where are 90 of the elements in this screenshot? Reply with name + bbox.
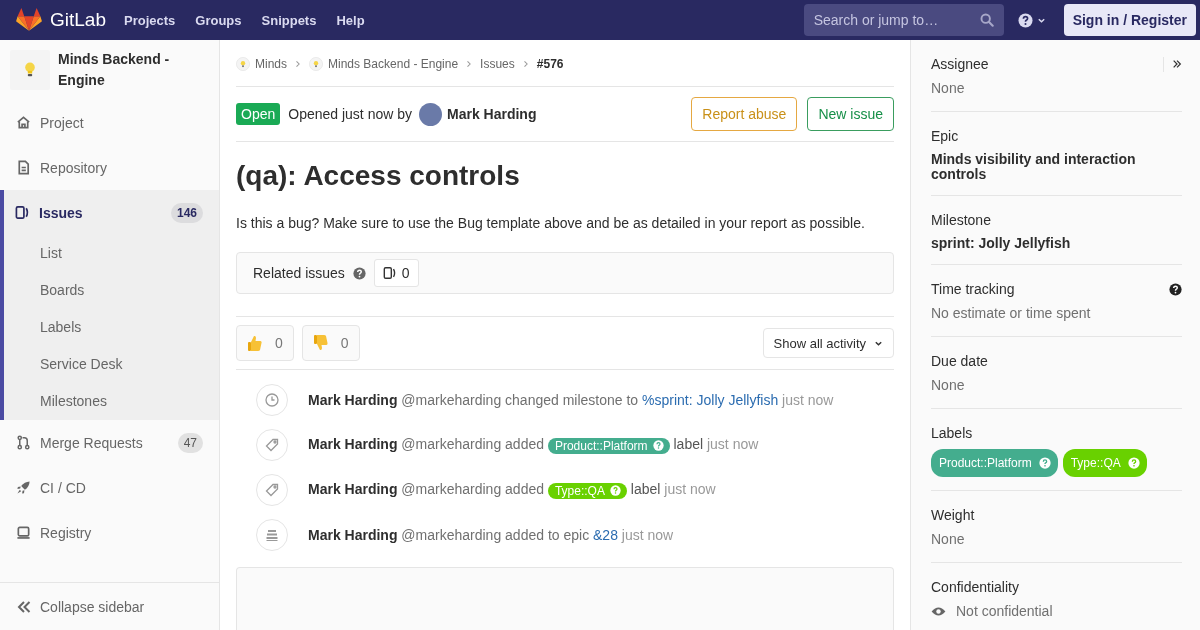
thumbs-down-icon (312, 334, 329, 352)
chevron-right-icon (295, 59, 301, 68)
sidebar-nav-item[interactable]: Repository (0, 145, 219, 190)
merge-request-icon (16, 435, 31, 450)
sidebar-value[interactable]: Minds visibility and interaction controls (931, 150, 1182, 182)
sign-in-button[interactable]: Sign in / Register (1063, 4, 1196, 36)
activity-note: Mark Harding @markeharding added Type::QA label just now (308, 481, 716, 499)
sidebar-nav-item[interactable]: Merge Requests 47 (0, 420, 219, 465)
activity-filter-dropdown[interactable]: Show all activity (762, 328, 894, 358)
breadcrumb-link[interactable]: #576 (536, 56, 564, 71)
top-nav-link[interactable]: Snippets (261, 12, 317, 28)
project-avatar-icon (236, 56, 250, 71)
author-link[interactable]: Mark Harding (447, 106, 537, 122)
sidebar-section-title: Assignee (931, 56, 989, 72)
fox-logo-icon[interactable] (16, 8, 42, 32)
clock-icon (256, 384, 288, 416)
activity-note: Mark Harding @markeharding changed milestone to %sprint: Jolly Jellyfish just now (308, 392, 834, 408)
breadcrumb-link[interactable]: Minds (236, 56, 287, 71)
brand-name[interactable]: GitLab (50, 9, 106, 31)
sidebar-section-title: Time tracking (931, 281, 1015, 297)
issue-description: Is this a bug? Make sure to use the Bug template above and be as detailed in your report as possible. (236, 214, 866, 233)
search-field[interactable]: Search or jump to… (803, 4, 1004, 36)
count-badge: 47 (177, 432, 203, 453)
new-issue-button[interactable]: New issue (807, 97, 894, 131)
top-nav-link[interactable]: Groups (195, 12, 242, 28)
sidebar-nav-item[interactable]: Registry (0, 510, 219, 555)
help-icon (1017, 12, 1033, 28)
sidebar-subnav-item[interactable]: Boards (4, 272, 219, 309)
drive-icon (16, 525, 31, 540)
search-input[interactable]: Search or jump to… (811, 11, 980, 29)
help-icon[interactable] (1169, 282, 1182, 296)
thumbs-up-icon (247, 334, 263, 352)
issues-icon (382, 266, 397, 280)
top-nav-link[interactable]: Projects (124, 12, 176, 28)
collapse-sidebar-icon[interactable] (1163, 56, 1182, 72)
sidebar-section-title: Labels (931, 425, 973, 441)
opened-by-text: Opened just now by (288, 106, 412, 122)
sidebar-nav-item[interactable]: Project (0, 100, 219, 145)
activity-note: Mark Harding @markeharding added Product::Platform label just now (308, 436, 759, 454)
sidebar-section-title: Weight (931, 507, 975, 523)
count-badge: 146 (170, 202, 203, 223)
help-icon (1038, 457, 1051, 469)
user-avatar[interactable] (419, 102, 442, 126)
sidebar-subnav-item[interactable]: Service Desk (4, 346, 219, 383)
eye-icon (931, 605, 946, 617)
sidebar-subnav-item[interactable]: Milestones (4, 383, 219, 420)
help-icon (609, 485, 621, 497)
tag-icon (256, 474, 288, 506)
sidebar-section-title: Confidentiality (931, 579, 1019, 595)
breadcrumb-link[interactable]: Issues (480, 56, 515, 71)
project-name[interactable]: Minds Backend - Engine (58, 49, 209, 91)
epic-icon (256, 519, 288, 551)
sidebar-value[interactable]: sprint: Jolly Jellyfish (931, 234, 1182, 251)
chevron-right-icon (522, 59, 529, 68)
sidebar-nav-item[interactable]: CI / CD (0, 465, 219, 510)
related-issues-label: Related issues (253, 265, 345, 281)
sidebar-value: No estimate or time spent (931, 304, 1092, 323)
sidebar-nav-item[interactable]: Issues 146 (4, 190, 219, 235)
thumbs-up-button[interactable]: 0 (236, 325, 294, 361)
breadcrumb-link[interactable]: Minds Backend - Engine (309, 56, 459, 71)
thumbs-down-button[interactable]: 0 (301, 325, 360, 361)
sidebar-section-title: Due date (931, 353, 988, 369)
rocket-icon (16, 480, 31, 495)
chevron-right-icon (466, 59, 473, 68)
help-icon (652, 440, 664, 452)
lightbulb-icon (23, 61, 37, 79)
status-badge: Open (236, 103, 281, 125)
sidebar-subnav-item[interactable]: List (4, 235, 219, 272)
related-issues-count[interactable]: 0 (373, 259, 419, 287)
sidebar-value: None (931, 530, 966, 549)
sidebar-value: None (931, 376, 966, 395)
sidebar-subnav-item[interactable]: Labels (4, 309, 219, 346)
sidebar-section-title: Epic (931, 128, 959, 144)
sidebar-value: Not confidential (956, 602, 1053, 621)
activity-link[interactable]: &28 (593, 527, 618, 543)
project-avatar-icon (309, 56, 323, 71)
home-icon (16, 115, 31, 130)
top-nav-link[interactable]: Help (336, 12, 365, 28)
sidebar-section-title: Milestone (931, 212, 991, 228)
help-icon (1127, 457, 1140, 469)
issues-icon (15, 205, 30, 220)
document-icon (16, 160, 31, 175)
issue-title: (qa): Access controls (236, 159, 521, 193)
sidebar-value: None (931, 79, 966, 98)
collapse-sidebar-button[interactable]: Collapse sidebar (0, 582, 219, 630)
tag-icon (256, 429, 288, 461)
activity-link[interactable]: %sprint: Jolly Jellyfish (642, 392, 779, 408)
activity-note: Mark Harding @markeharding added to epic &28 just now (308, 527, 674, 543)
search-icon (979, 13, 994, 27)
double-chevron-left-icon (16, 598, 32, 615)
